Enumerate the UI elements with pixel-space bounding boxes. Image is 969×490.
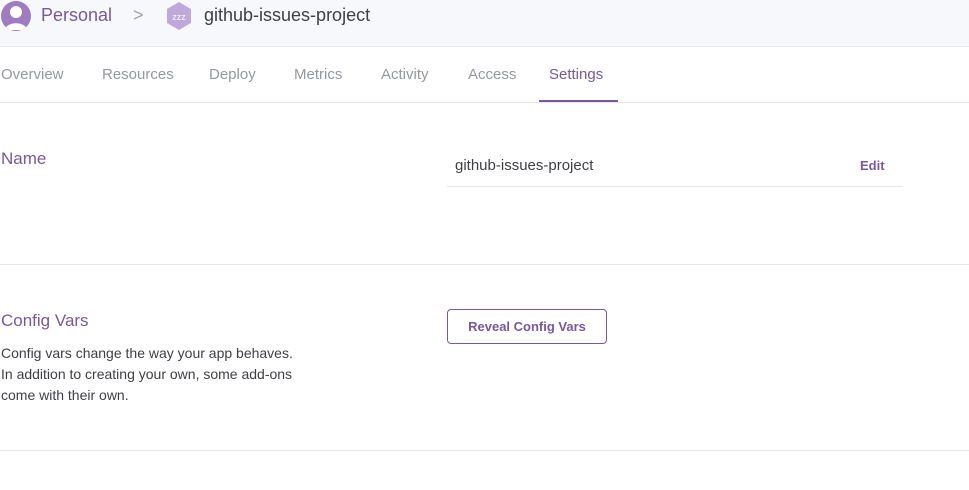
tab-overview[interactable]: Overview — [1, 47, 64, 102]
top-header: Personal > zzz github-issues-project — [0, 0, 969, 47]
tab-settings[interactable]: Settings — [549, 47, 603, 102]
section-divider — [0, 450, 969, 451]
tab-metrics[interactable]: Metrics — [294, 47, 342, 102]
user-avatar-icon[interactable] — [1, 1, 31, 31]
svg-text:zzz: zzz — [172, 12, 186, 22]
edit-name-button[interactable]: Edit — [860, 158, 885, 173]
section-divider — [0, 264, 969, 265]
app-tabs: Overview Resources Deploy Metrics Activi… — [0, 47, 969, 103]
config-vars-title: Config Vars — [1, 311, 89, 330]
sleeping-app-icon: zzz — [165, 1, 193, 31]
breadcrumb-app-name: github-issues-project — [204, 5, 371, 25]
tab-deploy[interactable]: Deploy — [209, 47, 256, 102]
config-vars-description: Config vars change the way your app beha… — [1, 345, 293, 403]
app-name-value: github-issues-project — [455, 157, 594, 174]
tab-resources[interactable]: Resources — [102, 47, 174, 102]
name-field-divider — [447, 186, 903, 187]
chevron-right-icon: > — [133, 5, 144, 25]
tab-access[interactable]: Access — [468, 47, 516, 102]
reveal-config-vars-button[interactable]: Reveal Config Vars — [447, 309, 607, 344]
name-section-title: Name — [1, 149, 47, 168]
tab-activity[interactable]: Activity — [381, 47, 429, 102]
active-tab-indicator — [539, 100, 618, 102]
breadcrumb-account-link[interactable]: Personal — [41, 5, 112, 26]
